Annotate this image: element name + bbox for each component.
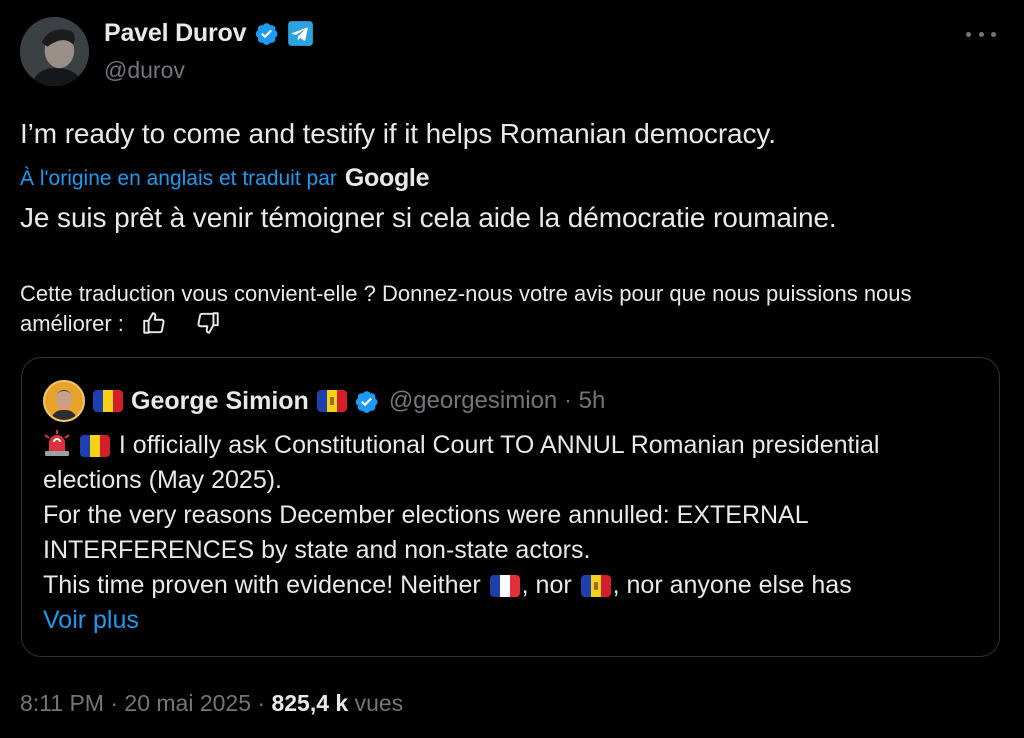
romania-flag-icon	[79, 435, 110, 458]
quoted-text-line: For the very reasons December elections …	[43, 501, 809, 529]
quoted-author-handle: @georgesimion	[388, 387, 558, 414]
quoted-text-segment: This time proven with evidence! Neither	[43, 571, 481, 599]
separator-dot: ·	[563, 387, 572, 414]
quoted-text-line: I officially ask Constitutional Court TO…	[43, 428, 983, 463]
quoted-author-avatar[interactable]	[43, 380, 85, 422]
translation-feedback: Cette traduction vous convient-elle ? Do…	[20, 279, 1000, 339]
quoted-text-line: This time proven with evidence! Neither …	[43, 568, 983, 603]
tweet-meta: 8:11 PM · 20 mai 2025 · 825,4 k vues	[20, 690, 403, 717]
views-label: vues	[354, 690, 404, 716]
author-name-row: Pavel Durov	[104, 19, 314, 48]
romania-flag-icon	[93, 390, 123, 412]
quoted-text-line: elections (May 2025).	[43, 466, 283, 494]
tweet-date: 20 mai 2025	[124, 690, 251, 716]
quoted-text-segment: I officially ask Constitutional Court TO…	[118, 431, 880, 459]
views-count: 825,4 k	[271, 690, 349, 716]
author-avatar[interactable]	[20, 17, 89, 86]
france-flag-icon	[489, 575, 520, 598]
author-handle[interactable]: @durov	[104, 57, 185, 84]
more-dot-icon	[966, 31, 971, 37]
more-dot-icon	[978, 31, 984, 37]
quoted-author-handle-time[interactable]: @georgesimion · 5h	[389, 387, 606, 415]
quoted-text-line: INTERFERENCES by state and non-state act…	[43, 536, 591, 564]
tweet: Pavel Durov @durov I’m ready to come and…	[0, 0, 1024, 738]
quoted-tweet-card[interactable]: George Simion @georgesimion · 5h I offic…	[21, 357, 1000, 657]
author-display-name[interactable]: Pavel Durov	[104, 19, 247, 48]
quoted-text-segment: , nor anyone else has	[612, 571, 852, 599]
verified-badge-icon[interactable]	[354, 389, 379, 414]
tweet-timestamp[interactable]: 8:11 PM · 20 mai 2025	[20, 690, 251, 716]
tweet-text: I’m ready to come and testify if it help…	[20, 118, 776, 149]
moldova-flag-icon	[316, 390, 347, 412]
quoted-tweet-text: I officially ask Constitutional Court TO…	[43, 428, 983, 638]
more-dot-icon	[991, 31, 996, 37]
translation-attribution: À l'origine en anglais et traduit par Go…	[20, 164, 429, 193]
quoted-tweet-header: George Simion @georgesimion · 5h	[43, 380, 605, 422]
more-options-button[interactable]	[966, 27, 996, 41]
thumbs-down-icon[interactable]	[194, 310, 222, 336]
separator-dot: ·	[257, 690, 266, 716]
quoted-text-segment: , nor	[521, 571, 572, 599]
google-logo: Google	[344, 164, 430, 192]
translated-by-link[interactable]: À l'origine en anglais et traduit par	[20, 167, 337, 191]
quoted-tweet-time: 5h	[578, 387, 606, 414]
separator-dot: ·	[110, 690, 119, 716]
quoted-author-name[interactable]: George Simion	[131, 387, 309, 416]
moldova-flag-icon	[580, 575, 611, 598]
thumbs-up-icon[interactable]	[140, 310, 168, 336]
verified-badge-icon[interactable]	[254, 21, 279, 46]
tweet-time: 8:11 PM	[20, 690, 104, 716]
telegram-badge-icon[interactable]	[287, 20, 314, 47]
translated-text: Je suis prêt à venir témoigner si cela a…	[20, 202, 837, 233]
see-more-link[interactable]: Voir plus	[43, 603, 983, 638]
siren-emoji-icon	[44, 430, 70, 456]
